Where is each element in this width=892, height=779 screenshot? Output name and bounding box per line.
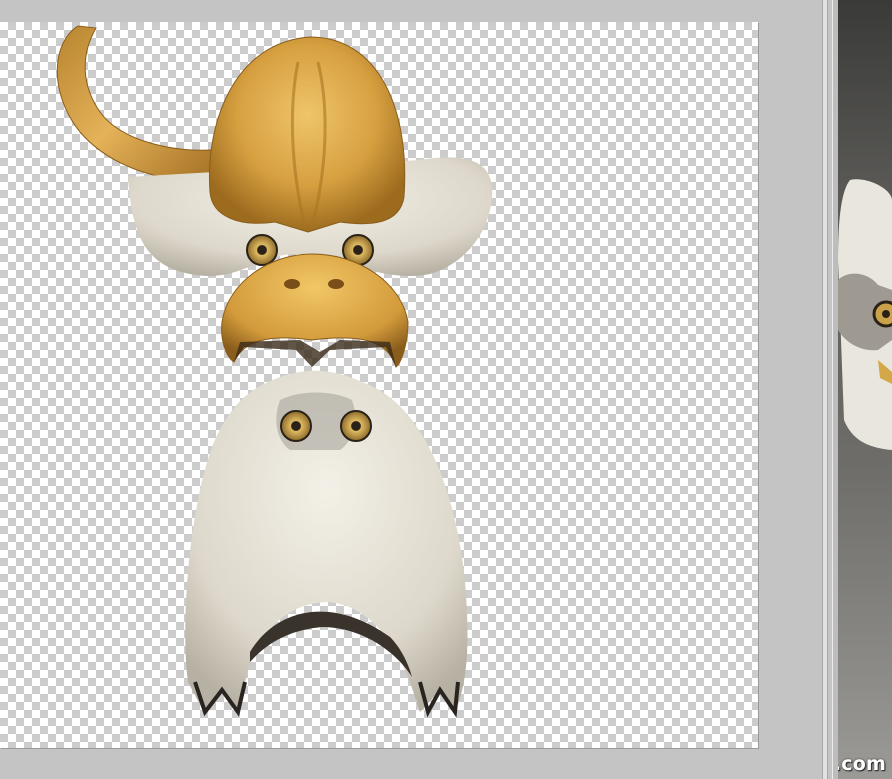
horn-shape [56,25,213,183]
lower-right-eye [340,410,372,442]
panel-divider[interactable] [822,0,828,779]
reference-photo-panel: pxleyes.com [838,0,892,779]
reference-eagle-photo [838,179,892,450]
eagle-composite-artwork [56,25,493,718]
image-workspace [0,0,822,779]
helmet-dome [208,36,406,233]
document-canvas[interactable] [0,22,758,748]
watermark-text: pxleyes.com [838,753,886,775]
upper-left-eye [246,234,278,266]
lower-left-eye [280,410,312,442]
